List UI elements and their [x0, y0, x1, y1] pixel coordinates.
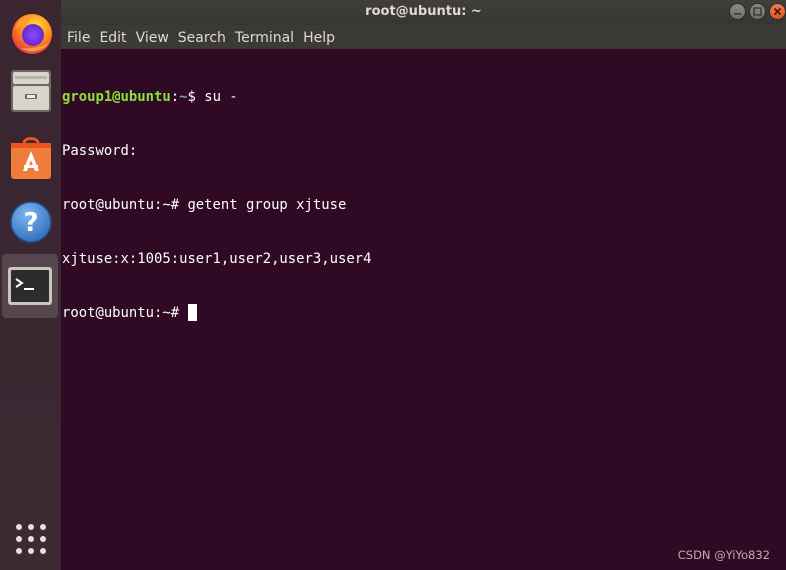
terminal-line: root@ubuntu:~# getent group xjtuse: [62, 197, 347, 213]
maximize-icon: [753, 7, 762, 16]
software-store-icon: [10, 137, 51, 179]
show-applications-button[interactable]: [0, 512, 61, 566]
launcher-dock: ?: [0, 0, 61, 570]
menu-bar: File Edit View Search Terminal Help: [61, 25, 786, 49]
command-text: su -: [204, 89, 238, 105]
dock-item-software[interactable]: [0, 125, 61, 189]
files-icon: [10, 70, 51, 112]
apps-grid-icon: [15, 524, 46, 554]
dock-item-terminal[interactable]: [2, 254, 58, 318]
window-titlebar[interactable]: root@ubuntu: ~: [61, 0, 786, 25]
menu-search[interactable]: Search: [178, 26, 234, 50]
prompt-text: root@ubuntu:~#: [62, 305, 188, 321]
help-icon: ?: [9, 201, 52, 243]
minimize-icon: [734, 13, 741, 15]
minimize-button[interactable]: [729, 3, 746, 20]
menu-edit[interactable]: Edit: [99, 26, 134, 50]
text-cursor: [188, 304, 198, 321]
window-controls: [729, 3, 786, 21]
terminal-line: Password:: [62, 143, 138, 159]
terminal-line: root@ubuntu:~#: [62, 304, 786, 322]
menu-file[interactable]: File: [67, 26, 98, 50]
firefox-icon: [11, 14, 52, 54]
terminal-line: xjtuse:x:1005:user1,user2,user3,user4: [62, 251, 372, 267]
watermark: CSDN @YiYo832: [677, 548, 770, 562]
dock-item-help[interactable]: ?: [0, 190, 61, 254]
terminal-icon: [8, 267, 52, 305]
dock-item-firefox[interactable]: [0, 0, 61, 64]
menu-help[interactable]: Help: [303, 26, 343, 50]
prompt-separator: :: [170, 89, 180, 105]
close-button[interactable]: [769, 3, 786, 20]
window-title: root@ubuntu: ~: [365, 4, 482, 19]
terminal-output[interactable]: group1@ubuntu:~$ su - Password: root@ubu…: [61, 49, 786, 570]
menu-view[interactable]: View: [136, 26, 177, 50]
svg-text:?: ?: [23, 208, 38, 238]
prompt-symbol: $: [187, 89, 205, 105]
maximize-button[interactable]: [749, 3, 766, 20]
prompt-user: group1@ubuntu: [62, 89, 171, 105]
dock-item-files[interactable]: [0, 59, 61, 123]
close-icon: [773, 7, 782, 16]
terminal-line: group1@ubuntu:~$ su -: [62, 88, 786, 106]
menu-terminal[interactable]: Terminal: [235, 26, 302, 50]
